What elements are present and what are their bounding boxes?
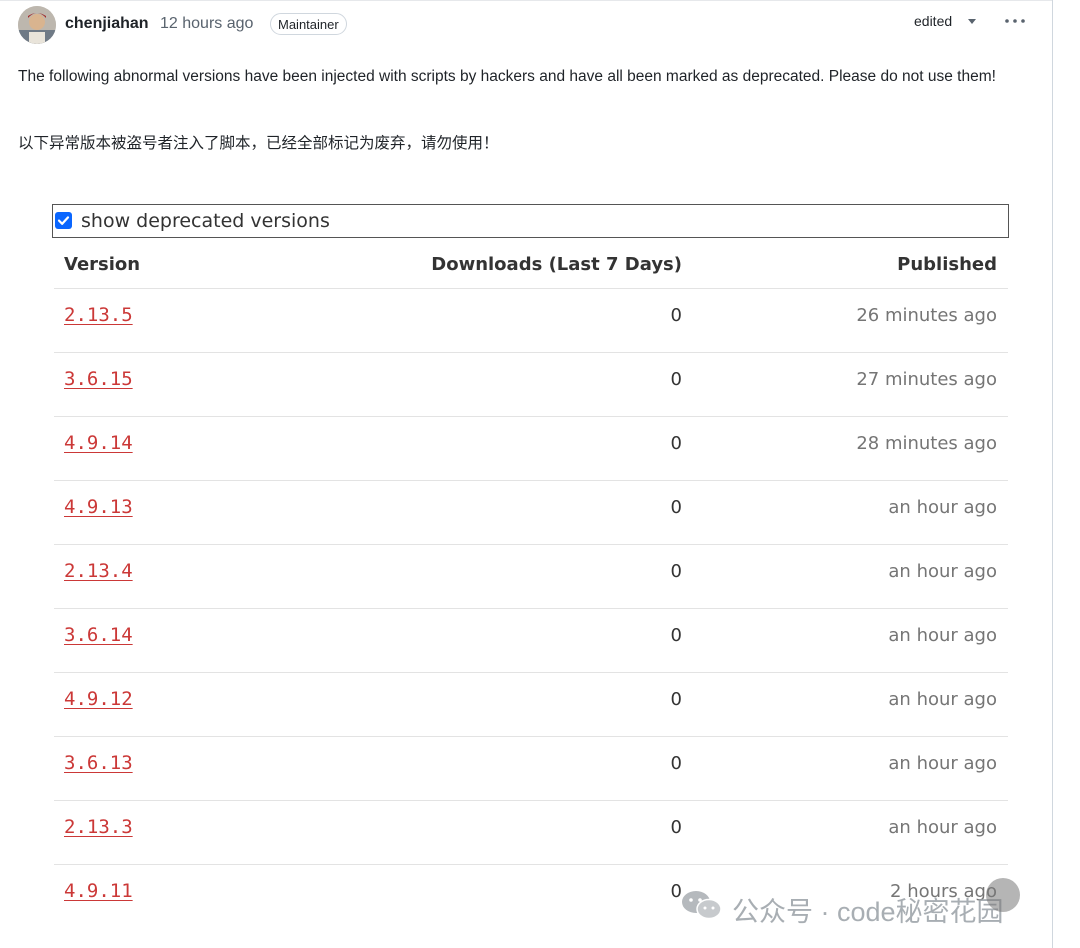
table-row: 4.9.12 0 an hour ago [54, 673, 1008, 737]
version-link[interactable]: 4.9.14 [64, 432, 133, 454]
version-link[interactable]: 4.9.12 [64, 688, 133, 710]
wechat-watermark: 公众号 · code秘密花园 [680, 878, 1050, 928]
downloads-count: 0 [670, 305, 682, 326]
table-row: 2.13.3 0 an hour ago [54, 801, 1008, 865]
published-time: an hour ago [888, 625, 997, 646]
downloads-count: 0 [670, 433, 682, 454]
version-link[interactable]: 4.9.11 [64, 880, 133, 902]
table-row: 4.9.13 0 an hour ago [54, 481, 1008, 545]
published-time: an hour ago [888, 561, 997, 582]
maintainer-badge: Maintainer [270, 13, 347, 35]
downloads-count: 0 [670, 689, 682, 710]
checkmark-icon [57, 216, 70, 225]
wechat-icon [682, 891, 722, 920]
edited-dropdown[interactable]: edited [914, 13, 952, 29]
table-header: Version Downloads (Last 7 Days) Publishe… [54, 240, 1008, 289]
table-row: 2.13.5 0 26 minutes ago [54, 289, 1008, 353]
version-link[interactable]: 4.9.13 [64, 496, 133, 518]
published-time: 28 minutes ago [856, 433, 997, 454]
published-time: an hour ago [888, 817, 997, 838]
downloads-count: 0 [670, 817, 682, 838]
right-divider [1052, 0, 1053, 948]
show-deprecated-checkbox[interactable] [55, 212, 72, 229]
version-link[interactable]: 3.6.15 [64, 368, 133, 390]
top-divider [0, 0, 1052, 1]
deprecated-filter: show deprecated versions [52, 204, 1009, 238]
downloads-count: 0 [670, 497, 682, 518]
published-time: an hour ago [888, 689, 997, 710]
column-header-published: Published [897, 254, 997, 275]
column-header-downloads: Downloads (Last 7 Days) [431, 254, 682, 275]
avatar[interactable] [18, 6, 56, 44]
downloads-count: 0 [670, 625, 682, 646]
published-time: an hour ago [888, 753, 997, 774]
table-row: 3.6.14 0 an hour ago [54, 609, 1008, 673]
versions-table: Version Downloads (Last 7 Days) Publishe… [54, 240, 1008, 928]
downloads-count: 0 [670, 561, 682, 582]
comment-timestamp[interactable]: 12 hours ago [160, 15, 253, 33]
version-link[interactable]: 2.13.3 [64, 816, 133, 838]
version-link[interactable]: 3.6.13 [64, 752, 133, 774]
show-deprecated-label[interactable]: show deprecated versions [81, 210, 330, 232]
table-row: 4.9.14 0 28 minutes ago [54, 417, 1008, 481]
more-options-icon[interactable] [1003, 12, 1027, 30]
chevron-down-icon[interactable] [968, 19, 976, 24]
table-row: 2.13.4 0 an hour ago [54, 545, 1008, 609]
comment-body-chinese: 以下异常版本被盗号者注入了脚本，已经全部标记为废弃，请勿使用！ [18, 135, 499, 152]
published-time: an hour ago [888, 497, 997, 518]
column-header-version: Version [64, 254, 141, 275]
version-link[interactable]: 2.13.4 [64, 560, 133, 582]
floating-overlay-icon [986, 878, 1020, 912]
watermark-text: 公众号 · code秘密花园 [732, 897, 1004, 927]
table-row: 3.6.13 0 an hour ago [54, 737, 1008, 801]
published-time: 26 minutes ago [856, 305, 997, 326]
downloads-count: 0 [670, 753, 682, 774]
downloads-count: 0 [670, 369, 682, 390]
comment-header: chenjiahan 12 hours ago Maintainer edite… [18, 6, 1038, 46]
published-time: 27 minutes ago [856, 369, 997, 390]
version-link[interactable]: 3.6.14 [64, 624, 133, 646]
comment-author[interactable]: chenjiahan [65, 15, 149, 33]
comment-body-english: The following abnormal versions have bee… [18, 68, 996, 85]
version-link[interactable]: 2.13.5 [64, 304, 133, 326]
table-row: 3.6.15 0 27 minutes ago [54, 353, 1008, 417]
